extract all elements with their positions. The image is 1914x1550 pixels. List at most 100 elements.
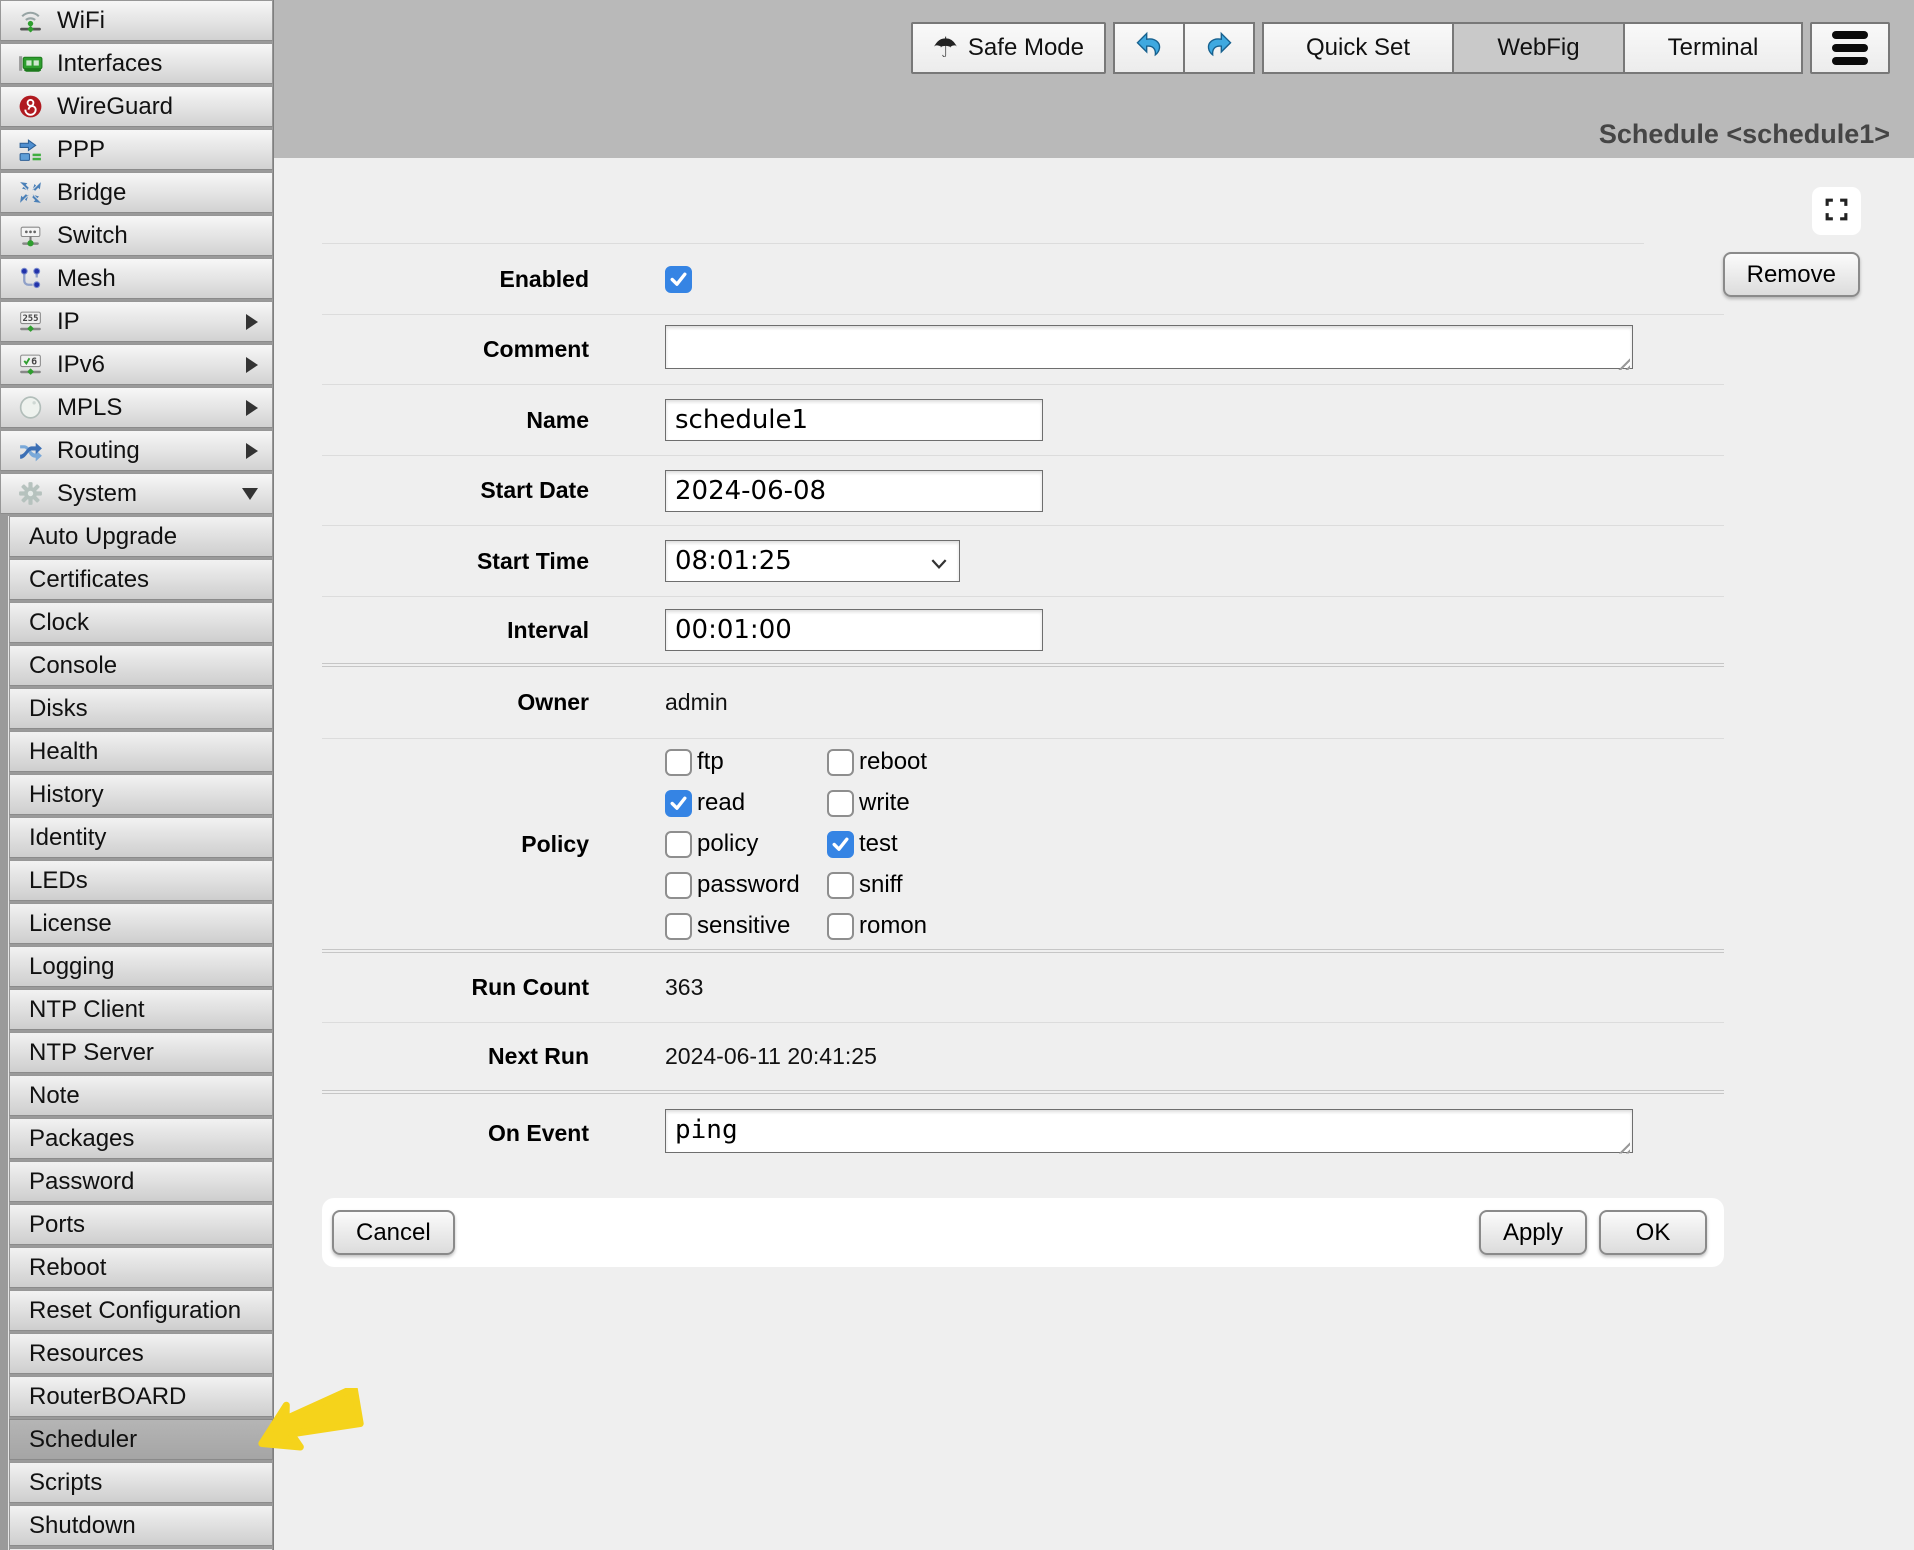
sidebar-item-shutdown[interactable]: Shutdown [9,1505,273,1546]
content-header: ☂ Safe Mode Quick Set WebFig Terminal [274,0,1914,158]
sidebar-item-leds[interactable]: LEDs [9,860,273,901]
sidebar-item-ports[interactable]: Ports [9,1204,273,1245]
on-event-textarea[interactable]: ping [665,1109,1633,1153]
tab-webfig[interactable]: WebFig [1452,22,1625,74]
chevron-down-icon [931,546,947,576]
sidebar-item-bridge[interactable]: Bridge [0,172,273,213]
sidebar-item-label: PPP [57,136,105,164]
tab-quick-set[interactable]: Quick Set [1262,22,1454,74]
sidebar-item-interfaces[interactable]: Interfaces [0,43,273,84]
undo-redo-group [1113,22,1255,74]
sidebar-item-password[interactable]: Password [9,1161,273,1202]
policy-password-checkbox[interactable]: password [665,871,827,899]
policy-romon-checkbox[interactable]: romon [827,912,927,940]
sidebar-item-wireguard[interactable]: WireGuard [0,86,273,127]
sidebar-item-ip[interactable]: 255 IP [0,301,273,342]
interval-input[interactable] [665,609,1043,651]
form-row-comment: Comment [322,315,1724,385]
sidebar-item-clock[interactable]: Clock [9,602,273,643]
run-count-value: 363 [665,974,703,1001]
sidebar-item-scripts[interactable]: Scripts [9,1462,273,1503]
sidebar-item-ntp-server[interactable]: NTP Server [9,1032,273,1073]
sidebar-item-note[interactable]: Note [9,1075,273,1116]
policy-reboot-checkbox[interactable]: reboot [827,748,927,776]
sidebar-item-health[interactable]: Health [9,731,273,772]
sidebar-item-reset-configuration[interactable]: Reset Configuration [9,1290,273,1331]
sidebar-item-ntp-client[interactable]: NTP Client [9,989,273,1030]
sidebar-item-logging[interactable]: Logging [9,946,273,987]
undo-button[interactable] [1113,22,1185,74]
sidebar-item-label: Switch [57,222,128,250]
interval-label: Interval [322,617,589,644]
cancel-button[interactable]: Cancel [332,1210,455,1255]
safe-mode-button[interactable]: ☂ Safe Mode [911,22,1106,74]
form-row-start-time: Start Time 08:01:25 [322,526,1724,597]
system-icon [15,479,45,509]
start-time-select[interactable]: 08:01:25 [665,540,960,582]
ok-button[interactable]: OK [1599,1210,1707,1255]
ppp-icon [15,135,45,165]
next-run-label: Next Run [322,1043,589,1070]
policy-test-checkbox[interactable]: test [827,830,927,858]
policy-write-checkbox[interactable]: write [827,789,927,817]
policy-read-checkbox[interactable]: read [665,789,827,817]
policy-policy-checkbox[interactable]: policy [665,830,827,858]
sidebar-item-routerboard[interactable]: RouterBOARD [9,1376,273,1417]
sidebar-item-ipv6[interactable]: 6 IPv6 [0,344,273,385]
remove-button[interactable]: Remove [1723,252,1860,297]
sidebar-item-disks[interactable]: Disks [9,688,273,729]
sidebar-item-switch[interactable]: Switch [0,215,273,256]
sidebar-item-identity[interactable]: Identity [9,817,273,858]
sidebar-item-mesh[interactable]: Mesh [0,258,273,299]
policy-ftp-checkbox[interactable]: ftp [665,748,827,776]
sidebar-item-auto-upgrade[interactable]: Auto Upgrade [9,516,273,557]
form-row-run-count: Run Count 363 [322,953,1724,1023]
sidebar-item-license[interactable]: License [9,903,273,944]
sidebar-item-certificates[interactable]: Certificates [9,559,273,600]
run-count-label: Run Count [322,974,589,1001]
sidebar-item-ppp[interactable]: PPP [0,129,273,170]
mesh-icon [15,264,45,294]
sidebar-item-routing[interactable]: Routing [0,430,273,471]
sidebar: WiFi Interfaces WireGuard PPP Bridge Swi… [0,0,274,1550]
undo-icon [1134,30,1164,67]
page-title: Schedule <schedule1> [1599,119,1890,150]
comment-textarea[interactable] [665,325,1633,369]
view-tabs-group: Quick Set WebFig Terminal [1262,22,1803,74]
form-row-start-date: Start Date [322,456,1724,526]
hamburger-icon [1832,31,1868,39]
fullscreen-button[interactable] [1812,187,1861,235]
sidebar-item-resources[interactable]: Resources [9,1333,273,1374]
schedule-form: Enabled Comment Name [322,158,1724,1267]
owner-label: Owner [322,689,589,716]
sidebar-item-history[interactable]: History [9,774,273,815]
umbrella-icon: ☂ [933,34,958,62]
expand-down-icon [242,488,258,500]
tab-terminal[interactable]: Terminal [1623,22,1803,74]
hamburger-menu-button[interactable] [1810,22,1890,74]
ipv6-icon: 6 [15,350,45,380]
form-row-on-event: On Event ping [322,1094,1724,1172]
apply-button[interactable]: Apply [1479,1210,1587,1255]
sidebar-item-packages[interactable]: Packages [9,1118,273,1159]
sidebar-item-scheduler[interactable]: Scheduler [9,1419,273,1460]
sidebar-item-mpls[interactable]: MPLS [0,387,273,428]
expand-right-icon [246,443,258,459]
expand-right-icon [246,357,258,373]
form-row-next-run: Next Run 2024-06-11 20:41:25 [322,1023,1724,1094]
sidebar-item-console[interactable]: Console [9,645,273,686]
redo-button[interactable] [1183,22,1255,74]
sidebar-item-label: WiFi [57,7,105,35]
sidebar-item-wifi[interactable]: WiFi [0,0,273,41]
form-row-name: Name [322,385,1724,456]
policy-sniff-checkbox[interactable]: sniff [827,871,927,899]
name-input[interactable] [665,399,1043,441]
policy-sensitive-checkbox[interactable]: sensitive [665,912,827,940]
redo-icon [1204,30,1234,67]
svg-text:255: 255 [22,314,38,324]
sidebar-item-system[interactable]: System [0,473,273,514]
start-date-input[interactable] [665,470,1043,512]
enabled-checkbox[interactable] [665,266,692,293]
sidebar-item-reboot[interactable]: Reboot [9,1247,273,1288]
next-run-value: 2024-06-11 20:41:25 [665,1043,877,1070]
